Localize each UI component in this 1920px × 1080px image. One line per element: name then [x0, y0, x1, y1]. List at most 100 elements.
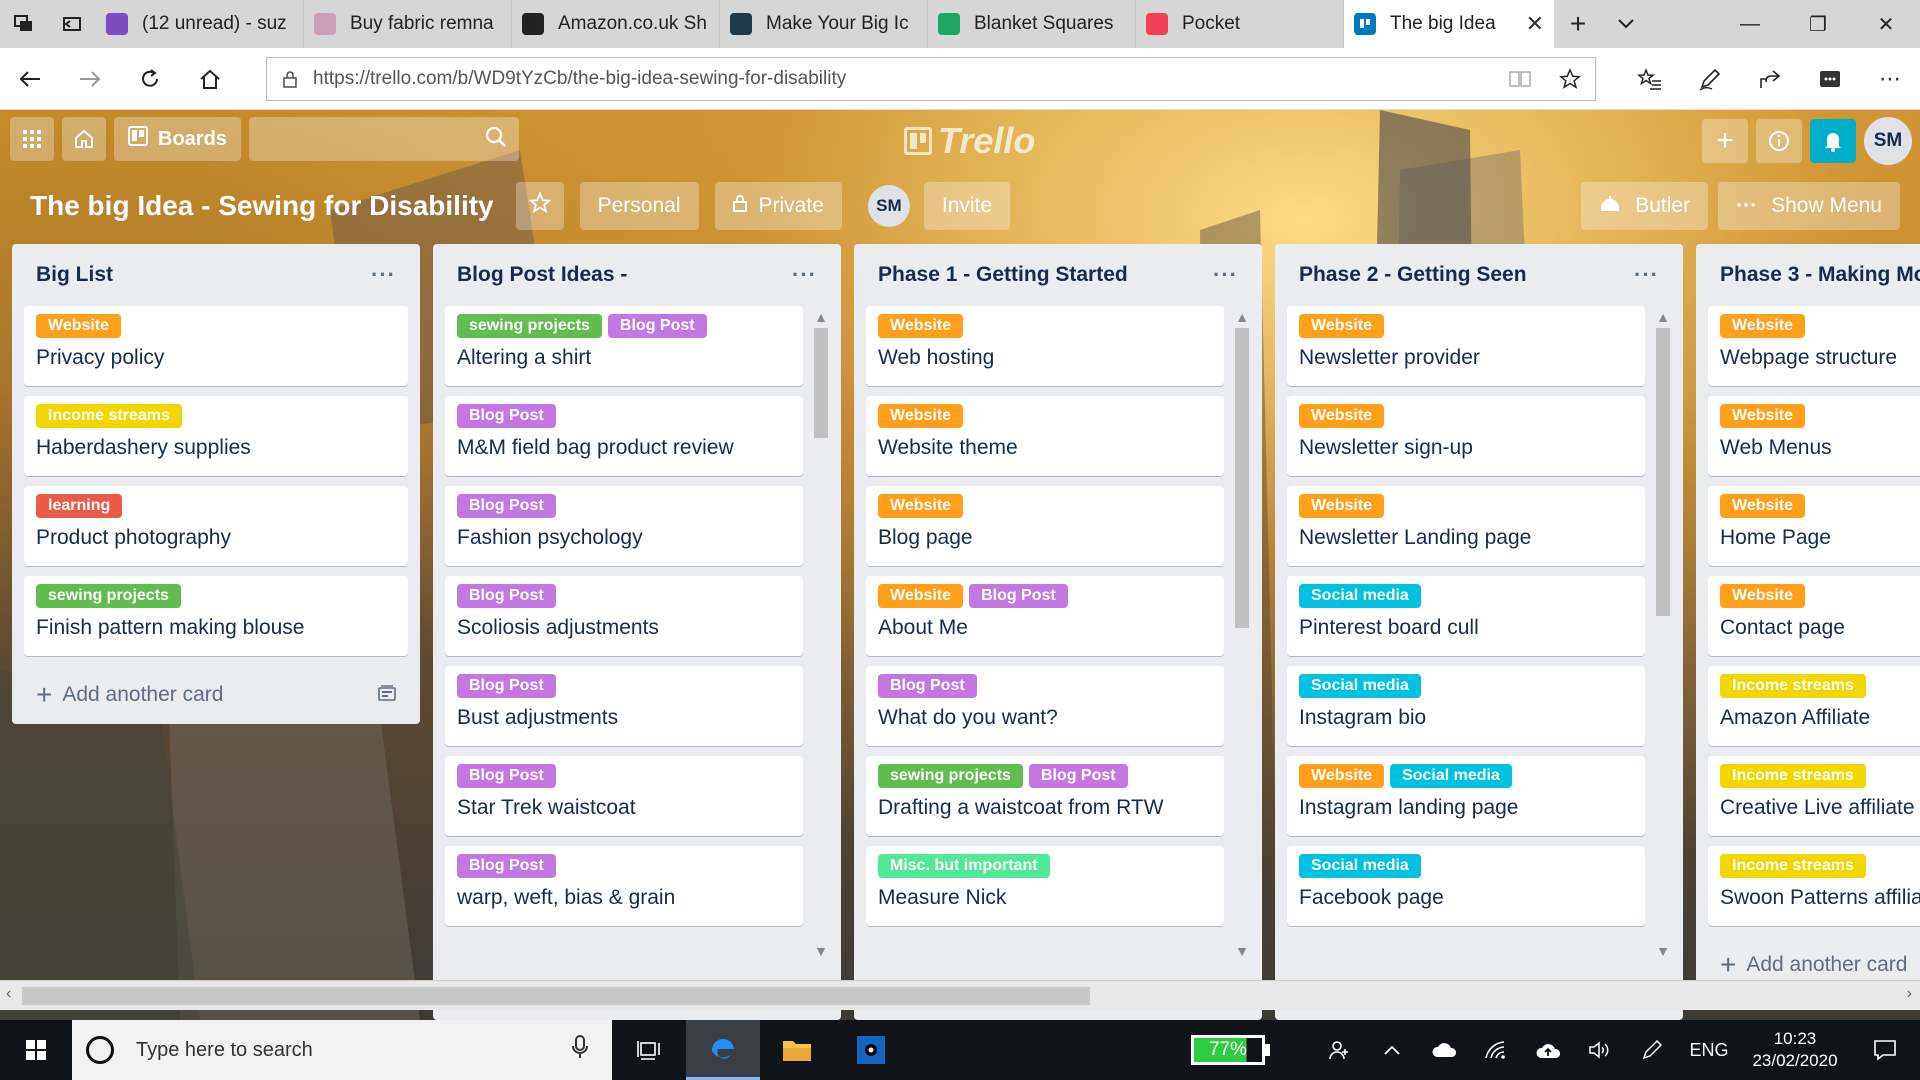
card-label[interactable]: Blog Post	[878, 674, 977, 698]
list-header[interactable]: Phase 1 - Getting Started ···	[854, 244, 1262, 306]
card-label[interactable]: Misc. but important	[878, 854, 1050, 878]
browser-tab[interactable]: Blanket Squares	[928, 0, 1136, 48]
action-center-icon[interactable]	[1850, 1039, 1920, 1061]
card-label[interactable]: Social media	[1390, 764, 1512, 788]
forward-icon[interactable]	[60, 69, 120, 89]
scroll-thumb[interactable]	[1656, 328, 1670, 616]
card-label[interactable]: Social media	[1299, 584, 1421, 608]
list[interactable]: Phase 3 - Making Mo··· Website Webpage str…	[1696, 244, 1920, 994]
card[interactable]: Income streams Swoon Patterns affiliat	[1708, 846, 1920, 926]
card-label[interactable]: sewing projects	[878, 764, 1023, 788]
star-board-button[interactable]	[515, 182, 564, 230]
onedrive-cloud-icon[interactable]	[1418, 1042, 1470, 1058]
card-label[interactable]: Blog Post	[457, 674, 556, 698]
card-label[interactable]: Income streams	[1720, 854, 1866, 878]
invite-button[interactable]: Invite	[923, 182, 1011, 230]
card[interactable]: Website Contact page	[1708, 576, 1920, 656]
browser-tab[interactable]: Make Your Big Ic	[720, 0, 928, 48]
list-header[interactable]: Blog Post Ideas - ···	[433, 244, 841, 306]
card[interactable]: Blog Post Scoliosis adjustments	[445, 576, 803, 656]
minimize-icon[interactable]: —	[1716, 13, 1784, 36]
list-title[interactable]: Big List	[36, 263, 113, 287]
scroll-down-icon[interactable]: ▼	[1235, 940, 1249, 962]
card[interactable]: Website Web Menus	[1708, 396, 1920, 476]
list-menu-icon[interactable]: ···	[1634, 262, 1659, 288]
board-member-avatar[interactable]: SM	[867, 185, 910, 227]
list-menu-icon[interactable]: ···	[371, 262, 396, 288]
visibility-button[interactable]: Private	[714, 182, 842, 230]
list[interactable]: Big List ··· Website Privacy policy Income s…	[12, 244, 420, 724]
list[interactable]: Phase 1 - Getting Started ··· Website Web h…	[854, 244, 1262, 1020]
list[interactable]: Blog Post Ideas - ··· sewing projects Blog …	[433, 244, 841, 1020]
card[interactable]: Website Newsletter sign-up	[1287, 396, 1645, 476]
home-icon[interactable]	[180, 68, 240, 90]
card[interactable]: sewing projects Blog Post Drafting a waist…	[866, 756, 1224, 836]
chevron-down-icon[interactable]	[1602, 0, 1650, 48]
card-label[interactable]: learning	[36, 494, 123, 518]
scroll-thumb[interactable]	[814, 328, 828, 439]
taskbar-search-input[interactable]: Type here to search	[72, 1020, 612, 1080]
card-template-icon[interactable]	[378, 683, 396, 707]
restore-icon[interactable]: ❐	[1784, 12, 1852, 37]
card[interactable]: Social media Pinterest board cull	[1287, 576, 1645, 656]
scroll-up-icon[interactable]: ▲	[1235, 306, 1249, 328]
list-header[interactable]: Big List ···	[12, 244, 420, 306]
card[interactable]: Website Social media Instagram landing pag…	[1287, 756, 1645, 836]
card-label[interactable]: Income streams	[36, 404, 182, 428]
card-label[interactable]: Website	[1720, 494, 1806, 518]
card-label[interactable]: Website	[878, 404, 964, 428]
wifi-icon[interactable]	[1470, 1040, 1522, 1060]
chevron-up-icon[interactable]	[1366, 1044, 1418, 1056]
scroll-track[interactable]	[814, 328, 828, 940]
browser-tab[interactable]: Buy fabric remna	[304, 0, 512, 48]
card[interactable]: Website Blog page	[866, 486, 1224, 566]
card-label[interactable]: Income streams	[1720, 674, 1866, 698]
card[interactable]: Website Website theme	[866, 396, 1224, 476]
favorites-icon[interactable]	[1620, 67, 1680, 90]
card[interactable]: Website Home Page	[1708, 486, 1920, 566]
people-icon[interactable]	[1314, 1039, 1366, 1061]
volume-icon[interactable]	[1574, 1040, 1626, 1060]
boards-button[interactable]: Boards	[114, 117, 241, 161]
pen-workspace-icon[interactable]	[1626, 1038, 1678, 1062]
card-label[interactable]: Social media	[1299, 674, 1421, 698]
list-scrollbar[interactable]: ▲ ▼	[1230, 306, 1254, 962]
card[interactable]: Income streams Creative Live affiliate	[1708, 756, 1920, 836]
close-window-icon[interactable]: ✕	[1852, 12, 1920, 37]
list-scrollbar[interactable]: ▲ ▼	[1651, 306, 1675, 962]
card-label[interactable]: Blog Post	[457, 854, 556, 878]
user-avatar[interactable]: SM	[1864, 117, 1912, 165]
card[interactable]: sewing projects Finish pattern making blo…	[24, 576, 408, 656]
scroll-right-icon[interactable]: ›	[1907, 985, 1912, 1003]
task-view-icon[interactable]	[612, 1020, 686, 1080]
microphone-icon[interactable]	[572, 1035, 588, 1065]
pen-notes-icon[interactable]	[1680, 67, 1740, 91]
card-label[interactable]: Social media	[1299, 854, 1421, 878]
scroll-track[interactable]	[1656, 328, 1670, 940]
card-label[interactable]: Blog Post	[969, 584, 1068, 608]
card-label[interactable]: Blog Post	[1028, 764, 1128, 788]
reading-view-icon[interactable]	[1495, 70, 1545, 88]
app-icon[interactable]	[834, 1020, 908, 1080]
scroll-up-icon[interactable]: ▲	[814, 306, 828, 328]
card[interactable]: Website Privacy policy	[24, 306, 408, 386]
list-title[interactable]: Blog Post Ideas -	[457, 263, 627, 287]
scroll-up-icon[interactable]: ▲	[1656, 306, 1670, 328]
more-menu-icon[interactable]: ⋯	[1860, 66, 1920, 92]
card-label[interactable]: Website	[878, 494, 964, 518]
list-title[interactable]: Phase 2 - Getting Seen	[1299, 263, 1527, 287]
card[interactable]: Blog Post M&M field bag product review	[445, 396, 803, 476]
list[interactable]: Phase 2 - Getting Seen ··· Website Newslett…	[1275, 244, 1683, 1020]
url-field[interactable]: https://trello.com/b/WD9tYzCb/the-big-id…	[266, 56, 1596, 101]
board-title[interactable]: The big Idea - Sewing for Disability	[30, 190, 494, 222]
butler-button[interactable]: Butler	[1581, 182, 1709, 230]
apps-grid-icon[interactable]	[10, 117, 54, 161]
scroll-track[interactable]	[1235, 328, 1249, 940]
team-button[interactable]: Personal	[579, 182, 699, 230]
card[interactable]: sewing projects Blog Post Altering a shirt	[445, 306, 803, 386]
card[interactable]: Social media Instagram bio	[1287, 666, 1645, 746]
share-icon[interactable]	[1740, 68, 1800, 90]
card[interactable]: Blog Post Bust adjustments	[445, 666, 803, 746]
card-label[interactable]: Website	[1720, 404, 1806, 428]
browser-tab[interactable]: (12 unread) - suz	[96, 0, 304, 48]
